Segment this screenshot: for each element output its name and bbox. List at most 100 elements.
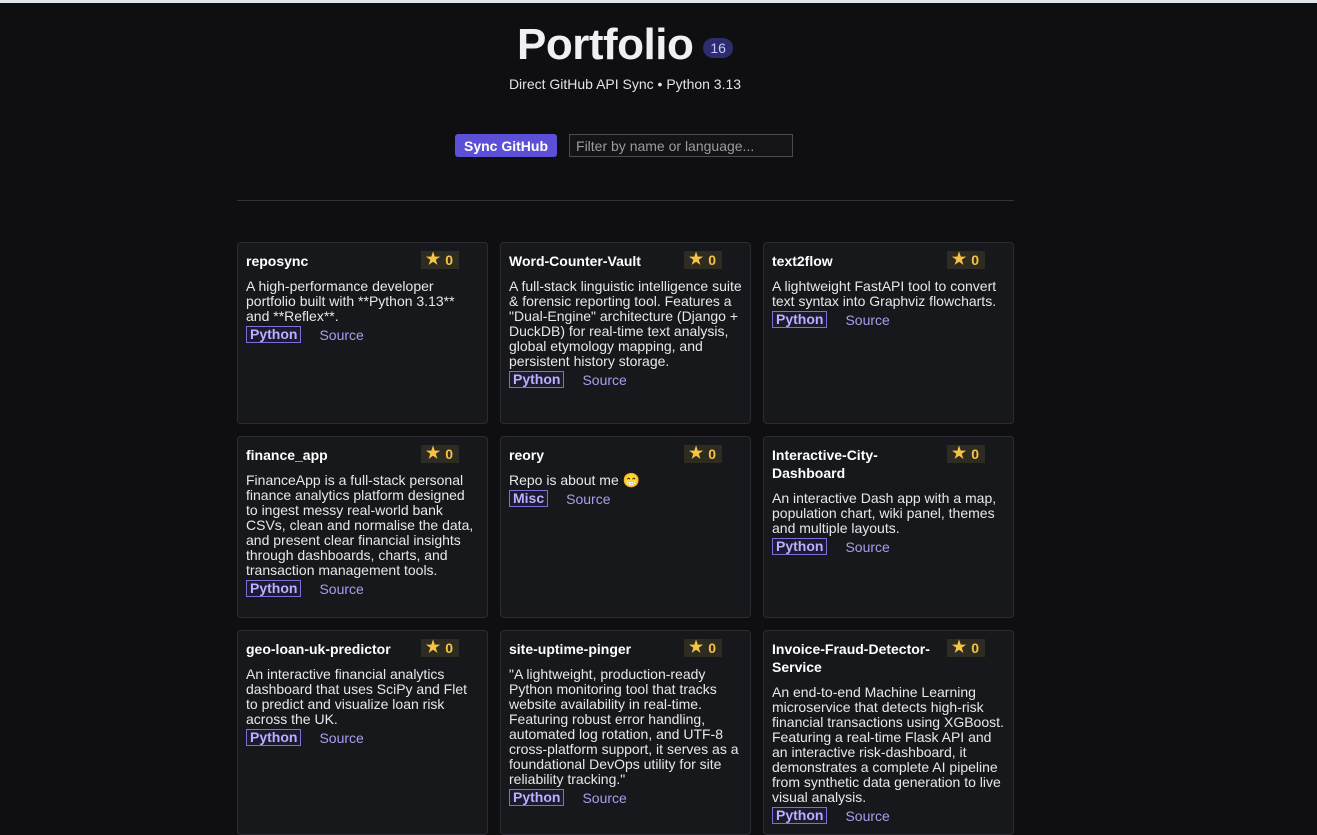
card-header: Interactive-City-Dashboard ★ 0: [772, 445, 1005, 482]
language-tag: Python: [509, 789, 565, 806]
header-divider: [237, 200, 1014, 201]
language-tag: Misc: [509, 490, 549, 507]
star-icon: ★: [425, 251, 441, 268]
repo-name: reory: [509, 447, 545, 463]
repo-card: Word-Counter-Vault ★ 0 A full-stack lingu…: [500, 242, 751, 424]
star-badge: ★ 0: [420, 445, 459, 463]
repo-card: finance_app ★ 0 FinanceApp is a full-stac…: [237, 436, 488, 618]
card-footer: Python Source: [509, 371, 742, 388]
card-header: text2flow ★ 0: [772, 251, 1005, 270]
card-footer: Python Source: [509, 789, 742, 806]
repo-description: "A lightweight, production-ready Python …: [509, 666, 739, 787]
source-link[interactable]: Source: [319, 327, 363, 343]
source-link[interactable]: Source: [845, 808, 889, 824]
source-link[interactable]: Source: [845, 312, 889, 328]
star-badge: ★ 0: [420, 639, 459, 657]
repo-name: finance_app: [246, 447, 328, 463]
repo-name: Interactive-City-Dashboard: [772, 447, 878, 481]
star-badge: ★ 0: [946, 251, 985, 269]
repo-card: text2flow ★ 0 A lightweight FastAPI tool …: [763, 242, 1014, 424]
star-icon: ★: [425, 639, 441, 656]
repo-name: reposync: [246, 253, 309, 269]
repo-card: Interactive-City-Dashboard ★ 0 An interac…: [763, 436, 1014, 618]
repo-description: An end-to-end Machine Learning microserv…: [772, 684, 1004, 805]
star-count: 0: [971, 640, 979, 656]
repo-description: An interactive Dash app with a map, popu…: [772, 490, 997, 536]
title-row: Portfolio 16: [517, 20, 733, 70]
star-icon: ★: [688, 639, 704, 656]
repo-name: text2flow: [772, 253, 833, 269]
source-link[interactable]: Source: [319, 730, 363, 746]
star-icon: ★: [688, 445, 704, 462]
card-footer: Misc Source: [509, 490, 742, 507]
star-icon: ★: [951, 639, 967, 656]
repo-description: An interactive financial analytics dashb…: [246, 666, 468, 727]
repo-grid: reposync ★ 0 A high-performance developer…: [237, 242, 1014, 835]
repo-description: A lightweight FastAPI tool to convert te…: [772, 278, 997, 309]
language-tag: Python: [509, 371, 565, 388]
card-header: reposync ★ 0: [246, 251, 479, 270]
card-header: site-uptime-pinger ★ 0: [509, 639, 742, 658]
star-count: 0: [445, 640, 453, 656]
repo-description: A full-stack linguistic intelligence sui…: [509, 278, 742, 369]
star-icon: ★: [425, 445, 441, 462]
card-footer: Python Source: [772, 807, 1005, 824]
star-count: 0: [971, 446, 979, 462]
toolbar: Sync GitHub: [455, 134, 794, 157]
star-count: 0: [708, 446, 716, 462]
filter-input[interactable]: [569, 134, 794, 157]
repo-card: geo-loan-uk-predictor ★ 0 An interactive …: [237, 630, 488, 835]
repo-description: Repo is about me 😁: [509, 472, 641, 488]
page-subtitle: Direct GitHub API Sync • Python 3.13: [508, 76, 742, 92]
source-link[interactable]: Source: [582, 372, 626, 388]
language-tag: Python: [246, 729, 302, 746]
star-count: 0: [445, 252, 453, 268]
star-badge: ★ 0: [420, 251, 459, 269]
repo-name: geo-loan-uk-predictor: [246, 641, 391, 657]
repo-card: reory ★ 0 Repo is about me 😁 Misc Source: [500, 436, 751, 618]
card-header: finance_app ★ 0: [246, 445, 479, 464]
source-link[interactable]: Source: [582, 790, 626, 806]
star-count: 0: [708, 640, 716, 656]
card-footer: Python Source: [246, 580, 479, 597]
repo-description: A high-performance developer portfolio b…: [246, 278, 455, 324]
card-footer: Python Source: [772, 538, 1005, 555]
repo-count-badge: 16: [703, 38, 733, 58]
card-header: Invoice-Fraud-Detector-Service ★ 0: [772, 639, 1005, 676]
star-icon: ★: [951, 445, 967, 462]
language-tag: Python: [772, 807, 828, 824]
star-icon: ★: [951, 251, 967, 268]
star-count: 0: [445, 446, 453, 462]
card-footer: Python Source: [772, 311, 1005, 328]
star-badge: ★ 0: [683, 639, 722, 657]
card-header: geo-loan-uk-predictor ★ 0: [246, 639, 479, 658]
source-link[interactable]: Source: [319, 581, 363, 597]
star-badge: ★ 0: [946, 445, 985, 463]
card-header: reory ★ 0: [509, 445, 742, 464]
repo-description: FinanceApp is a full-stack personal fina…: [246, 472, 474, 578]
language-tag: Python: [246, 326, 302, 343]
card-footer: Python Source: [246, 326, 479, 343]
repo-name: Invoice-Fraud-Detector-Service: [772, 641, 930, 675]
star-badge: ★ 0: [946, 639, 985, 657]
repo-name: site-uptime-pinger: [509, 641, 632, 657]
sync-github-button[interactable]: Sync GitHub: [455, 134, 558, 157]
repo-name: Word-Counter-Vault: [509, 253, 641, 269]
card-footer: Python Source: [246, 729, 479, 746]
language-tag: Python: [772, 311, 828, 328]
star-count: 0: [971, 252, 979, 268]
card-header: Word-Counter-Vault ★ 0: [509, 251, 742, 270]
star-icon: ★: [688, 251, 704, 268]
language-tag: Python: [246, 580, 302, 597]
source-link[interactable]: Source: [845, 539, 889, 555]
star-badge: ★ 0: [683, 251, 722, 269]
language-tag: Python: [772, 538, 828, 555]
repo-card: reposync ★ 0 A high-performance developer…: [237, 242, 488, 424]
star-badge: ★ 0: [683, 445, 722, 463]
page-header: Portfolio 16 Direct GitHub API Sync • Py…: [0, 20, 1250, 92]
page-title: Portfolio: [517, 20, 694, 69]
repo-card: site-uptime-pinger ★ 0 "A lightweight, pr…: [500, 630, 751, 835]
star-count: 0: [708, 252, 716, 268]
source-link[interactable]: Source: [566, 491, 610, 507]
repo-card: Invoice-Fraud-Detector-Service ★ 0 An end…: [763, 630, 1014, 835]
